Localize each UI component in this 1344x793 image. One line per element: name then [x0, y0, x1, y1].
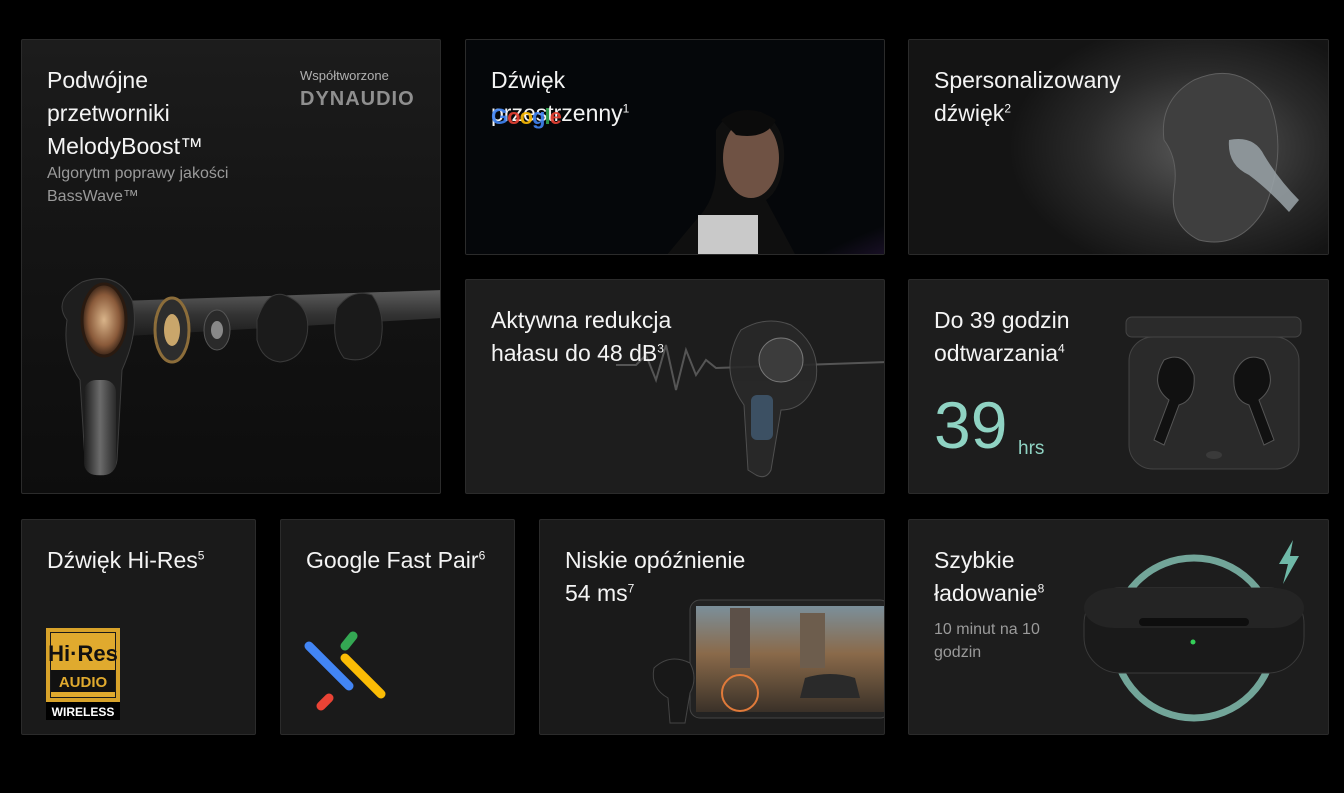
- card-subtitle: Algorytm poprawy jakości BassWave™: [47, 165, 229, 205]
- card-title: Google Fast Pair6: [306, 547, 486, 573]
- card-low-latency: Niskie opóźnienie 54 ms7: [539, 519, 885, 735]
- google-fast-pair-icon: [304, 631, 386, 711]
- hours-unit: hrs: [1018, 438, 1045, 459]
- card-title: Niskie opóźnienie 54 ms7: [565, 547, 746, 606]
- card-title: Spersonalizowany dźwięk2: [934, 67, 1121, 126]
- card-google-fast-pair: Google Fast Pair6: [280, 519, 515, 735]
- card-dual-drivers: Podwójne przetworniki MelodyBoost™ Algor…: [21, 39, 441, 494]
- exploded-earbud-illustration: [61, 278, 440, 476]
- card-title: Do 39 godzin odtwarzania4: [934, 307, 1070, 366]
- charging-case-open-illustration: [1125, 316, 1302, 470]
- card-personalized-sound: Spersonalizowany dźwięk2: [908, 39, 1329, 255]
- card-subtitle: 10 minut na 10 godzin: [934, 621, 1040, 661]
- card-title: Szybkie ładowanie8: [934, 547, 1045, 606]
- card-fast-charging: Szybkie ładowanie8 10 minut na 10 godzin: [908, 519, 1329, 735]
- phone-game-illustration: [652, 599, 884, 724]
- hours-value: 39: [934, 388, 1008, 462]
- card-title: Aktywna redukcja hałasu do 48 dB3: [491, 307, 672, 366]
- card-battery-life: Do 39 godzin odtwarzania4 39 hrs: [908, 279, 1329, 494]
- card-active-noise-cancellation: Aktywna redukcja hałasu do 48 dB3: [465, 279, 885, 494]
- card-title: Dźwięk Hi-Res5: [47, 547, 205, 573]
- card-hires-audio: Dźwięk Hi-Res5 Hi·Res AUDIO WIRELESS: [21, 519, 256, 735]
- badge-mid-text: AUDIO: [59, 674, 108, 691]
- lightning-icon: [1279, 540, 1299, 584]
- badge-top-text: Hi·Res: [48, 641, 118, 666]
- cobrand-label: Współtworzone: [300, 68, 389, 83]
- badge-bottom-text: WIRELESS: [52, 705, 115, 719]
- hi-res-audio-badge: Hi·Res AUDIO WIRELESS: [46, 628, 120, 720]
- card-title: Podwójne przetworniki MelodyBoost™: [47, 67, 203, 159]
- card-spatial-sound: Dźwięk przestrzenny1 Google: [465, 39, 885, 255]
- google-logo: Google: [491, 104, 562, 129]
- dynaudio-logo: DYNAUDIO: [300, 88, 415, 110]
